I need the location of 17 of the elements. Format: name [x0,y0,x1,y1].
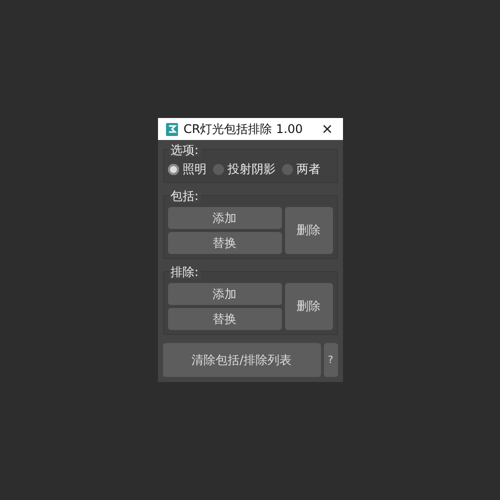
help-button[interactable]: ? [324,343,338,377]
window-title: CR灯光包括排除 1.00 [184,120,304,138]
group-label: 排除: [168,265,201,279]
add-button[interactable]: 添加 [168,207,282,229]
group-label: 包括: [168,189,201,203]
app-icon [166,122,178,136]
delete-button[interactable]: 删除 [284,207,332,254]
radio-option[interactable]: 投射阴影 [212,161,276,178]
close-button[interactable]: × [318,120,336,138]
clear-list-button[interactable]: 清除包括/排除列表 [162,343,320,377]
radio-option[interactable]: 照明 [168,161,206,178]
group-label: 选项: [168,143,201,157]
replace-button[interactable]: 替换 [168,308,282,330]
replace-button[interactable]: 替换 [168,232,282,254]
add-button[interactable]: 添加 [168,283,282,305]
delete-button[interactable]: 删除 [284,283,332,330]
radio-option[interactable]: 两者 [282,161,320,178]
